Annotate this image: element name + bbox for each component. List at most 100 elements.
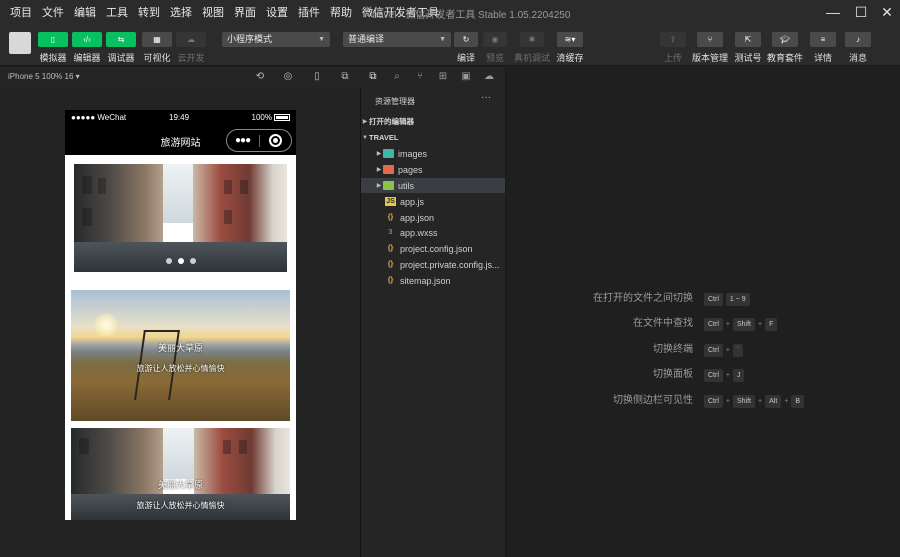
preview-button[interactable]: ◉: [483, 32, 507, 47]
menu-select[interactable]: 选择: [165, 4, 197, 20]
open-editors-label: 打开的编辑器: [369, 117, 414, 126]
menu-plugins[interactable]: 插件: [293, 4, 325, 20]
capsule-divider: [259, 135, 260, 147]
messages-button[interactable]: ♪: [845, 32, 871, 47]
tree-item-sitemap[interactable]: {} sitemap.json: [361, 273, 505, 288]
tree-item-pages[interactable]: ▶ pages: [361, 162, 505, 177]
more-dots-icon[interactable]: ●●●: [235, 135, 251, 146]
shortcut-keys: Ctrl + `: [704, 343, 744, 357]
compile-button[interactable]: ↻: [454, 32, 478, 47]
activity-bar: ⧉ ⌕ ⑂ ⊞ ▣ ☁: [361, 67, 506, 87]
extensions-icon[interactable]: ⊞: [436, 70, 450, 84]
rotate-icon[interactable]: ⟲: [253, 70, 267, 84]
menu-interface[interactable]: 界面: [229, 4, 261, 20]
editor-toggle-button[interactable]: ‹/›: [72, 32, 102, 47]
details-button[interactable]: ≡: [810, 32, 836, 47]
swiper-dot[interactable]: [166, 258, 172, 264]
preview-label: 预览: [485, 53, 504, 63]
menubar: 项目 文件 编辑 工具 转到 选择 视图 界面 设置 插件 帮助 微信开发者工具…: [0, 0, 900, 24]
tree-item-app-json[interactable]: {} app.json: [361, 210, 505, 225]
key-plus: +: [784, 397, 789, 405]
banner-swiper[interactable]: [74, 164, 287, 272]
key-plus: +: [725, 397, 730, 405]
close-miniprogram-icon[interactable]: [269, 134, 282, 147]
tree-item-label: images: [398, 148, 428, 159]
phone-navigation-bar: 旅游网站 ●●●: [65, 126, 296, 155]
remote-debug-label: 真机调试: [513, 53, 550, 63]
edu-suite-button[interactable]: 🎓︎: [772, 32, 798, 47]
more-actions-icon[interactable]: ···: [481, 92, 491, 103]
menu-project[interactable]: 项目: [0, 4, 37, 20]
json-file-icon: {}: [387, 277, 394, 284]
capsule-menu[interactable]: ●●●: [226, 129, 292, 152]
travel-card[interactable]: 美丽大草原 旅游让人放松并心情愉快: [71, 428, 290, 520]
swiper-dot[interactable]: [190, 258, 196, 264]
compile-select[interactable]: 普通编译 ▼: [343, 32, 451, 47]
menu-settings[interactable]: 设置: [261, 4, 293, 20]
version-button[interactable]: ⑂: [697, 32, 723, 47]
chevron-down-icon: ▼: [362, 134, 368, 141]
record-icon[interactable]: ◎: [281, 70, 295, 84]
toolbar: ▯ 模拟器 ‹/› 编辑器 ⇆ 调试器 ▦ 可视化 ☁ 云开发 小程序模式 ▼ …: [0, 24, 900, 66]
image-icon[interactable]: ▣: [459, 70, 473, 84]
edu-suite-label: 教育套件: [766, 53, 803, 63]
tree-item-app-wxss[interactable]: 3 app.wxss: [361, 225, 505, 240]
explorer-title: 资源管理器: [375, 97, 415, 106]
project-label: TRAVEL: [369, 133, 399, 142]
battery-status: 100%: [252, 113, 290, 122]
shortcut-label: 在文件中查找: [633, 318, 693, 329]
tree-item-project-private-config[interactable]: {} project.private.config.js...: [361, 257, 505, 272]
tree-item-app-js[interactable]: JS app.js: [361, 194, 505, 209]
test-account-button[interactable]: ⇱: [735, 32, 761, 47]
project-section[interactable]: ▼ TRAVEL: [361, 130, 505, 145]
search-icon[interactable]: ⌕: [390, 70, 404, 84]
tree-item-utils[interactable]: ▶ utils: [361, 178, 505, 193]
open-editors-section[interactable]: ▶ 打开的编辑器: [361, 114, 505, 129]
shortcut-keys: Ctrl + J: [704, 368, 745, 382]
simulator-panel: ●●●●● WeChat 19:49 100% 旅游网站 ●●● 美丽大草原 旅…: [0, 87, 361, 557]
cloud-dev-button[interactable]: ☁: [176, 32, 206, 47]
swiper-dot-active[interactable]: [178, 258, 184, 264]
remote-debug-button[interactable]: ✱: [520, 32, 544, 47]
css-file-icon: 3: [388, 229, 393, 236]
menu-goto[interactable]: 转到: [133, 4, 165, 20]
menu-help[interactable]: 帮助: [325, 4, 357, 20]
menu-file[interactable]: 文件: [37, 4, 69, 20]
refresh-icon: ↻: [462, 35, 470, 44]
visual-toggle-button[interactable]: ▦: [142, 32, 172, 47]
tree-item-project-config[interactable]: {} project.config.json: [361, 241, 505, 256]
layout-icon: ▦: [153, 35, 161, 44]
tree-item-images[interactable]: ▶ images: [361, 146, 505, 161]
menu-tools[interactable]: 工具: [101, 4, 133, 20]
card-title: 美丽大草原: [157, 343, 203, 353]
key-cap: Ctrl: [704, 292, 723, 306]
avatar[interactable]: [9, 32, 31, 54]
bell-icon: ♪: [856, 35, 860, 44]
device-select[interactable]: iPhone 5 100% 16 ▾: [8, 72, 80, 81]
source-control-icon[interactable]: ⑂: [413, 70, 427, 84]
shortcut-keys: Ctrl + Shift + F: [704, 317, 778, 331]
mode-select[interactable]: 小程序模式 ▼: [222, 32, 330, 47]
travel-card[interactable]: 美丽大草原 旅游让人放松并心情愉快: [71, 290, 290, 421]
phone-icon[interactable]: ▯: [310, 70, 324, 84]
simulator-toggle-button[interactable]: ▯: [38, 32, 68, 47]
menu-edit[interactable]: 编辑: [69, 4, 101, 20]
shortcut-row: 在文件中查找 Ctrl + Shift + F: [506, 317, 900, 331]
code-icon: ‹/›: [83, 35, 91, 44]
close-button[interactable]: ✕: [872, 0, 900, 24]
clear-cache-button[interactable]: ≋▾: [557, 32, 583, 47]
minimize-button[interactable]: —: [818, 0, 848, 24]
swiper-indicator[interactable]: [166, 258, 196, 264]
cloud-icon[interactable]: ☁: [482, 70, 496, 84]
debugger-toggle-button[interactable]: ⇆: [106, 32, 136, 47]
shortcut-row: 切换终端 Ctrl + `: [506, 343, 900, 357]
eye-icon: ◉: [491, 35, 499, 44]
external-link-icon: ⇱: [744, 35, 752, 44]
detach-window-icon[interactable]: ⧉: [338, 70, 352, 84]
mode-select-value: 小程序模式: [227, 34, 273, 44]
upload-button[interactable]: ⇧: [660, 32, 686, 47]
menu-view[interactable]: 视图: [197, 4, 229, 20]
version-label: 版本管理: [691, 53, 728, 63]
files-icon[interactable]: ⧉: [366, 70, 380, 84]
shortcut-keys: Ctrl + Shift + Alt + B: [704, 394, 805, 408]
